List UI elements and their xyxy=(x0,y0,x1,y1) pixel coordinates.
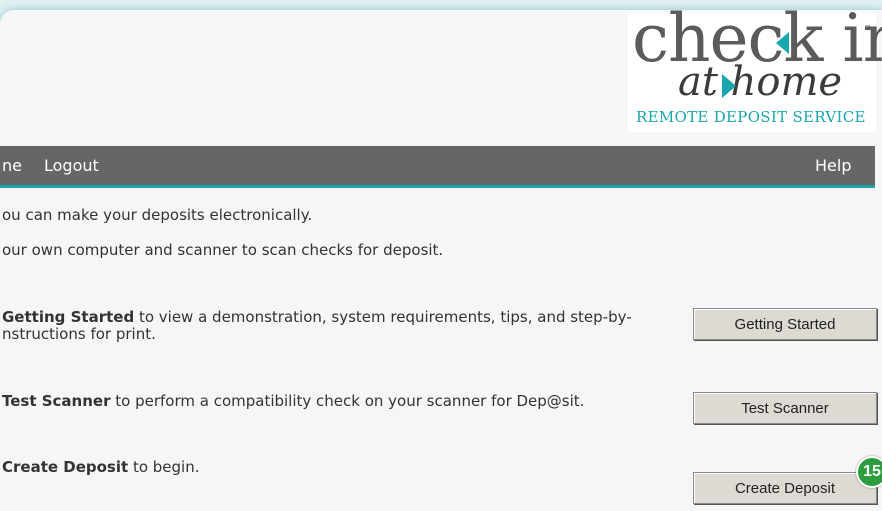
nav-item-home[interactable]: ne xyxy=(2,156,22,175)
intro-line-2: our own computer and scanner to scan che… xyxy=(2,241,444,259)
browser-page: check in ™ at home REMOTE DEPOSIT SERVIC… xyxy=(0,10,882,511)
test-scanner-description: Test Scanner to perform a compatibility … xyxy=(2,392,584,410)
test-scanner-text: to perform a compatibility check on your… xyxy=(110,392,585,410)
logo-trademark: ™ xyxy=(864,24,872,33)
logo-arrow-left-icon xyxy=(776,32,789,54)
getting-started-description: Getting Started to view a demonstration,… xyxy=(2,308,632,326)
getting-started-text: to view a demonstration, system requirem… xyxy=(134,308,632,326)
nav-item-help[interactable]: Help xyxy=(815,156,851,175)
nav-item-logout[interactable]: Logout xyxy=(44,156,99,175)
checkin-at-home-logo: check in ™ at home REMOTE DEPOSIT SERVIC… xyxy=(628,10,882,132)
create-deposit-description: Create Deposit to begin. xyxy=(2,458,200,476)
getting-started-button[interactable]: Getting Started xyxy=(693,308,877,340)
getting-started-label: Getting Started xyxy=(2,308,135,326)
page-header: check in ™ at home REMOTE DEPOSIT SERVIC… xyxy=(0,10,882,146)
create-deposit-text: to begin. xyxy=(128,458,200,476)
main-content: ou can make your deposits electronically… xyxy=(0,188,882,511)
create-deposit-button[interactable]: Create Deposit xyxy=(693,472,877,504)
getting-started-description-line-2: nstructions for print. xyxy=(2,325,156,343)
test-scanner-label: Test Scanner xyxy=(2,392,111,410)
logo-arrow-right-icon xyxy=(722,74,736,98)
test-scanner-button[interactable]: Test Scanner xyxy=(693,392,877,424)
main-navbar: ne Logout Help xyxy=(0,146,875,188)
intro-line-1: ou can make your deposits electronically… xyxy=(2,206,313,224)
create-deposit-label: Create Deposit xyxy=(2,458,129,476)
logo-subtitle: REMOTE DEPOSIT SERVICE xyxy=(636,108,866,126)
logo-at-home-text: at home xyxy=(678,59,843,105)
step-number-badge: 15 xyxy=(856,456,882,488)
